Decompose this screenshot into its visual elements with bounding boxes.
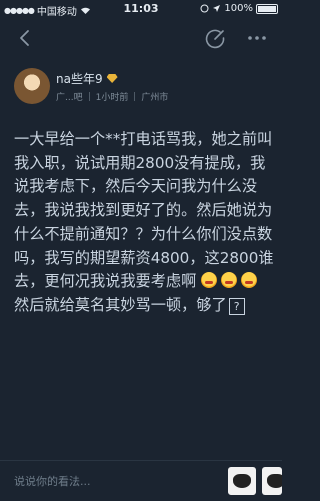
emoji-icon [221,272,238,289]
meta-divider [88,92,90,101]
question-mark-icon: ? [228,297,245,315]
sticker-face [233,474,251,488]
post-location: 广州市 [141,93,169,103]
back-icon[interactable] [14,26,38,50]
post-time: 1小时前 [95,93,129,103]
sticker-face [267,474,282,488]
post-text-end: 然后就给莫名其妙骂一顿，够了 [14,295,227,314]
more-icon[interactable] [244,26,270,50]
status-right: 100% [200,3,278,14]
alarm-icon [200,4,209,13]
edit-icon[interactable] [203,26,227,50]
meta-divider [134,92,136,101]
sticker-icon[interactable] [228,467,256,495]
post-text: 一大早给一个**打电话骂我，她之前叫我入职，说试用期2800没有提成，我说我考虑… [14,130,274,291]
post-body: 一大早给一个**打电话骂我，她之前叫我入职，说试用期2800没有提成，我说我考虑… [14,128,276,318]
badge-icon [106,74,118,83]
battery-icon [256,3,278,14]
emoji-icon [241,272,258,289]
comment-input[interactable]: 说说你的看法... [14,473,91,489]
location-icon [213,5,221,12]
avatar[interactable] [14,68,50,104]
sticker-icon[interactable] [262,467,282,495]
battery-percent: 100% [224,3,253,14]
bottom-bar: 说说你的看法... [0,460,282,501]
author-name[interactable]: na些年9 [56,70,103,87]
nav-bar [0,18,282,58]
author-meta: 广...吧 1小时前 广州市 [56,90,168,103]
author-name-row: na些年9 [56,70,118,87]
emoji-icon [201,272,218,289]
author-header: na些年9 广...吧 1小时前 广州市 [14,68,274,108]
status-bar: ●●●●● 中国移动 11:03 100% [0,0,282,18]
forum-name[interactable]: 广...吧 [56,90,83,103]
